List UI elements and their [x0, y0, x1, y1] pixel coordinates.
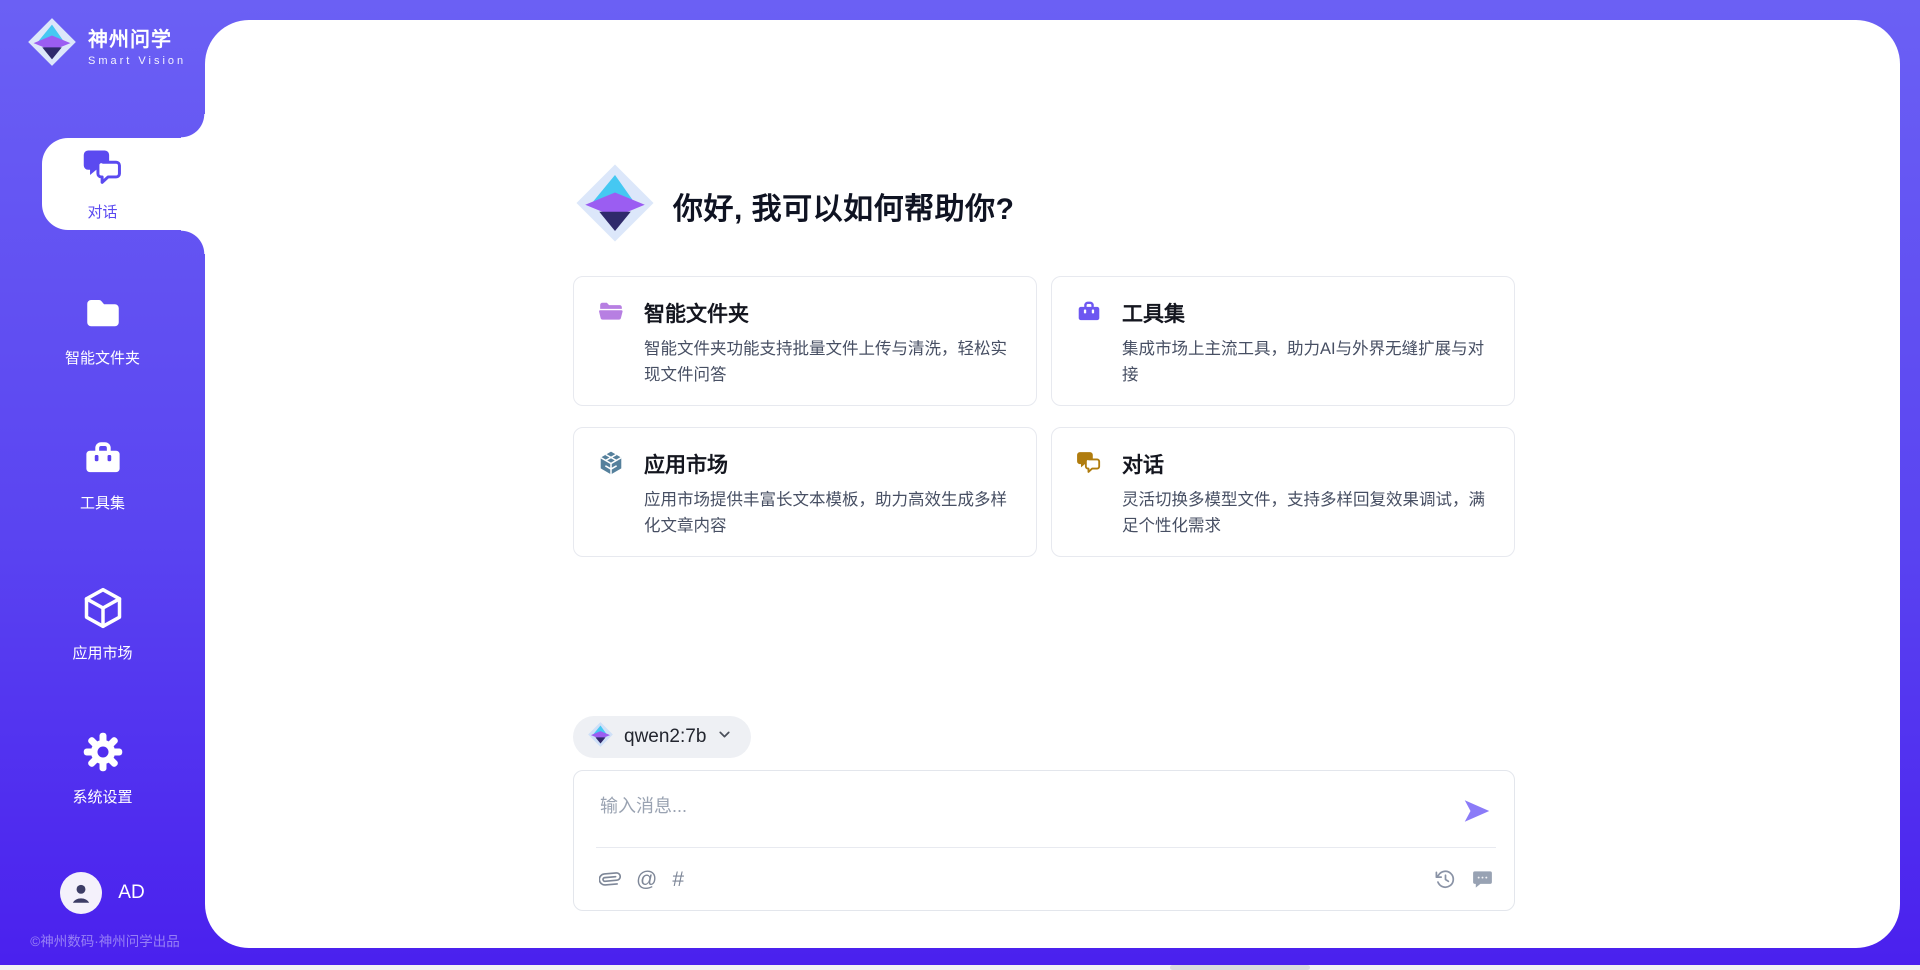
sidebar-item-label: 应用市场 — [72, 642, 132, 663]
sidebar-item-settings[interactable]: 系统设置 — [0, 722, 205, 814]
comment-icon[interactable] — [1471, 868, 1494, 891]
card-smart-folder[interactable]: 智能文件夹 智能文件夹功能支持批量文件上传与清洗，轻松实现文件问答 — [573, 276, 1037, 406]
sidebar-item-chat[interactable]: 对话 — [0, 138, 205, 230]
message-input[interactable] — [600, 791, 1440, 821]
model-selector[interactable]: qwen2:7b — [573, 716, 751, 758]
card-description: 智能文件夹功能支持批量文件上传与清洗，轻松实现文件问答 — [644, 337, 1012, 388]
sidebar: 神州问学 Smart Vision 对话 智能文件夹 — [0, 0, 205, 970]
main-panel: 你好, 我可以如何帮助你? 智能文件夹 智能文件夹功能支持批量文件上传与清洗，轻… — [205, 20, 1900, 948]
card-title: 应用市场 — [644, 449, 1012, 479]
card-title: 对话 — [1122, 449, 1490, 479]
hash-icon[interactable]: # — [672, 869, 684, 890]
sidebar-item-label: 对话 — [87, 201, 117, 222]
toolbox-icon — [1076, 299, 1102, 325]
feature-cards: 智能文件夹 智能文件夹功能支持批量文件上传与清洗，轻松实现文件问答 工具集 集成… — [573, 276, 1515, 557]
brand: 神州问学 Smart Vision — [26, 16, 186, 73]
card-chat[interactable]: 对话 灵活切换多模型文件，支持多样回复效果调试，满足个性化需求 — [1051, 427, 1515, 557]
chat-input-box: @ # — [573, 770, 1515, 911]
app-window: 神州问学 Smart Vision 对话 智能文件夹 — [0, 0, 1920, 970]
history-icon[interactable] — [1434, 868, 1457, 891]
active-nav-fillet-top — [181, 114, 205, 138]
send-icon[interactable] — [1462, 796, 1492, 826]
card-title: 工具集 — [1122, 298, 1490, 328]
card-app-market[interactable]: 应用市场 应用市场提供丰富长文本模板，助力高效生成多样化文章内容 — [573, 427, 1037, 557]
gear-icon — [81, 730, 125, 779]
cube-grid-icon — [598, 450, 624, 476]
copyright-footer: ©神州数码·神州问学出品 — [0, 930, 210, 950]
paperclip-icon[interactable] — [598, 868, 621, 891]
sidebar-item-toolset[interactable]: 工具集 — [0, 429, 205, 521]
model-name: qwen2:7b — [624, 726, 706, 748]
sidebar-item-smart-folder[interactable]: 智能文件夹 — [0, 284, 205, 376]
folder-open-icon — [598, 299, 624, 325]
user-account[interactable]: AD — [0, 872, 205, 914]
avatar — [60, 872, 102, 914]
chat-bubbles-icon — [1076, 450, 1102, 476]
card-description: 应用市场提供丰富长文本模板，助力高效生成多样化文章内容 — [644, 488, 1012, 539]
card-description: 灵活切换多模型文件，支持多样回复效果调试，满足个性化需求 — [1122, 488, 1490, 539]
sidebar-item-app-market[interactable]: 应用市场 — [0, 578, 205, 670]
horizontal-scrollbar[interactable] — [0, 965, 1920, 970]
card-title: 智能文件夹 — [644, 298, 1012, 328]
chat-bubbles-icon — [82, 147, 124, 194]
sidebar-item-label: 工具集 — [80, 492, 125, 513]
greeting-diamond-logo-icon — [573, 161, 657, 250]
greeting: 你好, 我可以如何帮助你? — [573, 161, 1015, 250]
input-toolbar: @ # — [598, 848, 1494, 910]
active-nav-fillet-bottom — [181, 230, 205, 254]
scrollbar-thumb[interactable] — [1170, 965, 1310, 970]
sidebar-item-label: 智能文件夹 — [65, 347, 140, 368]
chevron-down-icon — [716, 726, 733, 748]
brand-name: 神州问学 — [88, 23, 186, 52]
card-description: 集成市场上主流工具，助力AI与外界无缝扩展与对接 — [1122, 337, 1490, 388]
model-diamond-logo-icon — [587, 721, 614, 753]
user-name: AD — [118, 882, 144, 904]
person-icon — [68, 880, 94, 906]
toolbox-icon — [82, 438, 124, 485]
at-icon[interactable]: @ — [636, 869, 657, 890]
brand-diamond-logo-icon — [26, 16, 78, 73]
sidebar-item-label: 系统设置 — [72, 786, 132, 807]
cube-icon — [81, 586, 125, 635]
brand-subtitle: Smart Vision — [88, 55, 186, 67]
greeting-text: 你好, 我可以如何帮助你? — [673, 184, 1015, 228]
card-toolset[interactable]: 工具集 集成市场上主流工具，助力AI与外界无缝扩展与对接 — [1051, 276, 1515, 406]
folder-icon — [82, 293, 124, 340]
